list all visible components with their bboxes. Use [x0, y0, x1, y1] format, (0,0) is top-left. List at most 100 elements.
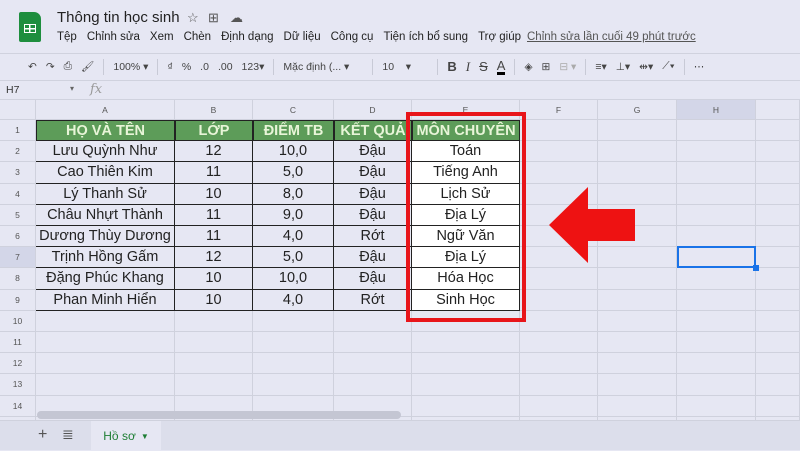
sheet-tab[interactable]: Hồ sơ ▼ [91, 421, 161, 451]
table-cell[interactable]: Đặng Phúc Khang [36, 268, 175, 290]
move-folder-icon[interactable]: ⊞ [208, 10, 219, 26]
table-cell[interactable]: Lý Thanh Sử [36, 183, 175, 205]
more-formats-button[interactable]: 123▾ [242, 61, 265, 73]
cell[interactable] [756, 204, 800, 226]
cell[interactable] [520, 310, 598, 332]
cell[interactable] [412, 332, 520, 354]
column-header-i[interactable] [756, 100, 800, 120]
cell[interactable] [598, 120, 677, 142]
borders-icon[interactable]: ⊞ [542, 61, 551, 73]
cell[interactable] [36, 374, 175, 396]
cell[interactable] [175, 310, 253, 332]
menu-format[interactable]: Định dạng [221, 31, 273, 43]
cell[interactable] [175, 353, 253, 375]
table-cell[interactable]: 10 [175, 268, 253, 290]
menu-tools[interactable]: Công cụ [331, 31, 374, 43]
all-sheets-icon[interactable]: ≣ [62, 426, 74, 443]
increase-decimal-button[interactable]: .00 [218, 61, 233, 73]
cell[interactable] [253, 353, 334, 375]
vertical-align-icon[interactable]: ⊥▾ [616, 61, 630, 73]
column-header-f[interactable]: F [520, 100, 598, 120]
table-cell[interactable]: Đậu [334, 247, 412, 269]
cell[interactable] [677, 310, 756, 332]
table-cell[interactable]: 11 [175, 162, 253, 184]
row-header-3[interactable]: 3 [0, 162, 36, 184]
cell[interactable] [520, 162, 598, 184]
cloud-status-icon[interactable]: ☁ [230, 10, 243, 26]
menu-addons[interactable]: Tiện ích bổ sung [383, 31, 468, 43]
document-title[interactable]: Thông tin học sinh [57, 9, 180, 26]
menu-insert[interactable]: Chèn [184, 31, 212, 43]
column-header-h[interactable]: H [677, 100, 756, 120]
name-box[interactable]: H7 [6, 84, 19, 96]
cell[interactable] [677, 353, 756, 375]
cell[interactable] [520, 374, 598, 396]
row-header-12[interactable]: 12 [0, 353, 36, 375]
cell[interactable] [253, 332, 334, 354]
cell[interactable] [756, 141, 800, 163]
cell[interactable] [677, 395, 756, 417]
cell[interactable] [334, 332, 412, 354]
cell[interactable] [756, 120, 800, 142]
table-cell[interactable]: 10,0 [253, 268, 334, 290]
table-cell[interactable]: 10 [175, 289, 253, 311]
table-cell[interactable]: Dương Thùy Dương [36, 226, 175, 248]
row-header-5[interactable]: 5 [0, 204, 36, 226]
cell[interactable] [677, 332, 756, 354]
cell[interactable] [756, 268, 800, 290]
table-cell[interactable]: 10 [175, 183, 253, 205]
google-sheets-logo[interactable] [19, 12, 41, 42]
redo-icon[interactable]: ↷ [46, 61, 55, 73]
table-cell[interactable]: 5,0 [253, 247, 334, 269]
menu-edit[interactable]: Chỉnh sửa [87, 31, 140, 43]
row-header-1[interactable]: 1 [0, 120, 36, 142]
table-cell[interactable]: Đậu [334, 162, 412, 184]
table-cell[interactable]: 9,0 [253, 204, 334, 226]
table-cell[interactable]: Phan Minh Hiển [36, 289, 175, 311]
cell[interactable] [334, 374, 412, 396]
text-color-button[interactable]: A [496, 59, 506, 75]
cell[interactable] [520, 268, 598, 290]
cell[interactable] [520, 289, 598, 311]
cell[interactable] [412, 353, 520, 375]
paint-format-icon[interactable]: 🖌 [81, 60, 94, 73]
cell[interactable] [756, 395, 800, 417]
row-header-8[interactable]: 8 [0, 268, 36, 290]
cell[interactable] [677, 226, 756, 248]
table-cell[interactable]: 10,0 [253, 141, 334, 163]
cell[interactable] [520, 332, 598, 354]
cell[interactable] [412, 374, 520, 396]
merge-cells-icon[interactable]: ⊟ ▾ [559, 61, 576, 73]
table-cell[interactable]: Đậu [334, 183, 412, 205]
menu-help[interactable]: Trợ giúp [478, 31, 521, 43]
row-header-14[interactable]: 14 [0, 395, 36, 417]
table-header-cell[interactable]: KẾT QUẢ [334, 120, 412, 142]
cell[interactable] [756, 247, 800, 269]
table-cell[interactable]: Rớt [334, 226, 412, 248]
table-cell[interactable]: 12 [175, 247, 253, 269]
column-header-b[interactable]: B [175, 100, 253, 120]
row-header-2[interactable]: 2 [0, 141, 36, 163]
table-cell[interactable]: Đậu [334, 204, 412, 226]
chevron-down-icon[interactable]: ▾ [70, 84, 74, 93]
last-edit-link[interactable]: Chỉnh sửa lần cuối 49 phút trước [527, 31, 696, 43]
table-cell[interactable]: Trịnh Hồng Gấm [36, 247, 175, 269]
cell[interactable] [334, 310, 412, 332]
cell[interactable] [175, 374, 253, 396]
add-sheet-icon[interactable]: + [38, 426, 47, 444]
formula-input[interactable] [112, 82, 792, 98]
selected-cell-h7[interactable] [677, 246, 756, 268]
cell[interactable] [677, 120, 756, 142]
cell[interactable] [756, 162, 800, 184]
select-all-corner[interactable] [0, 100, 36, 120]
table-header-cell[interactable]: ĐIỂM TB [253, 120, 334, 142]
table-header-cell[interactable]: HỌ VÀ TÊN [36, 120, 175, 142]
table-cell[interactable]: 11 [175, 204, 253, 226]
cell[interactable] [756, 226, 800, 248]
menu-file[interactable]: Tệp [57, 31, 77, 43]
table-cell[interactable]: Cao Thiên Kim [36, 162, 175, 184]
table-cell[interactable]: 11 [175, 226, 253, 248]
cell[interactable] [756, 374, 800, 396]
table-cell[interactable]: 4,0 [253, 289, 334, 311]
cell[interactable] [520, 120, 598, 142]
